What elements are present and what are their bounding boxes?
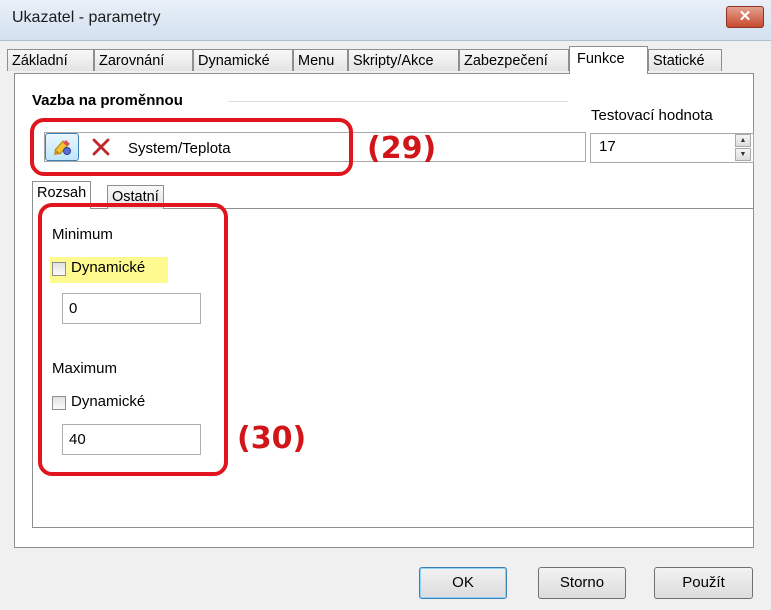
- ok-button[interactable]: OK: [419, 567, 507, 599]
- test-value-text: 17: [599, 138, 616, 155]
- spin-up-button[interactable]: ▲: [735, 134, 751, 147]
- tab-staticke[interactable]: Statické: [648, 49, 722, 71]
- tab-label: Statické: [653, 53, 705, 69]
- window-title: Ukazatel - parametry: [12, 9, 161, 26]
- variable-binding-group-label: Vazba na proměnnou: [32, 92, 183, 109]
- group-divider: [228, 101, 568, 102]
- tab-label: Funkce: [577, 51, 625, 67]
- tab-label: Zarovnání: [99, 53, 165, 69]
- arrow-up-icon: ▲: [739, 137, 747, 144]
- annotation-label-29: (29): [367, 131, 437, 166]
- subtab-label: Rozsah: [37, 185, 87, 201]
- tab-label: Skripty/Akce: [353, 53, 434, 69]
- annotation-box-30: [38, 203, 228, 476]
- ok-label: OK: [452, 574, 474, 591]
- annotation-label-30: (30): [237, 421, 307, 456]
- apply-label: Použít: [682, 574, 725, 591]
- tab-label: Základní: [12, 53, 68, 69]
- tab-dynamicke[interactable]: Dynamické: [193, 49, 293, 71]
- close-button[interactable]: ✕: [726, 6, 764, 28]
- annotation-box-29: [30, 118, 353, 176]
- tab-label: Zabezpečení: [464, 53, 548, 69]
- arrow-down-icon: ▼: [739, 151, 747, 158]
- tab-zarovnani[interactable]: Zarovnání: [94, 49, 193, 71]
- apply-button[interactable]: Použít: [654, 567, 753, 599]
- cancel-button[interactable]: Storno: [538, 567, 626, 599]
- title-bar: Ukazatel - parametry ✕: [0, 0, 771, 41]
- tab-zabezpeceni[interactable]: Zabezpečení: [459, 49, 569, 71]
- close-icon: ✕: [738, 8, 752, 25]
- spin-down-button[interactable]: ▼: [735, 148, 751, 161]
- cancel-label: Storno: [559, 574, 605, 591]
- tab-funkce[interactable]: Funkce: [569, 46, 648, 74]
- tab-menu[interactable]: Menu: [293, 49, 348, 71]
- tab-label: Dynamické: [198, 53, 270, 69]
- spin-buttons: ▲ ▼: [735, 134, 752, 161]
- test-value-label: Testovací hodnota: [591, 107, 713, 124]
- tab-skripty-akce[interactable]: Skripty/Akce: [348, 49, 459, 71]
- tab-zakladni[interactable]: Základní: [7, 49, 94, 71]
- dialog-window: Ukazatel - parametry ✕ Základní Zarovnán…: [0, 0, 771, 610]
- tab-label: Menu: [298, 53, 335, 69]
